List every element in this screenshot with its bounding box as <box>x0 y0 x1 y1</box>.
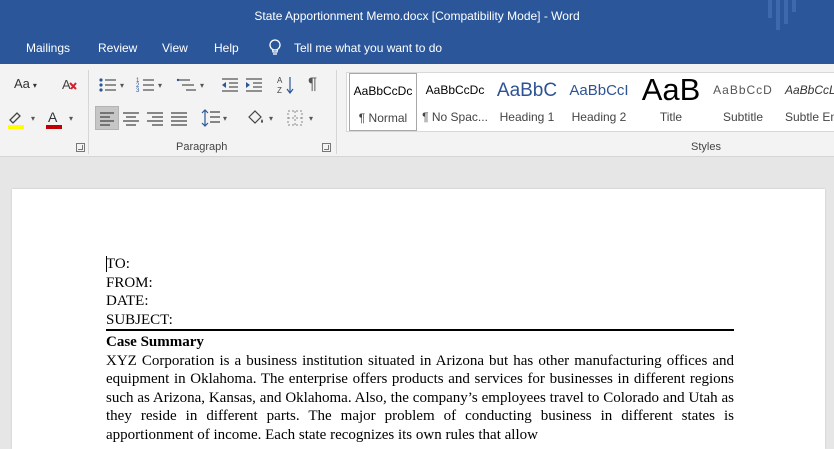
increase-indent-icon[interactable] <box>244 76 268 98</box>
align-right-icon[interactable] <box>144 107 168 129</box>
change-case-button[interactable]: Aa ▾ <box>14 76 38 98</box>
case-summary-paragraph[interactable]: XYZ Corporation is a business institutio… <box>106 352 734 445</box>
case-summary-heading[interactable]: Case Summary <box>106 333 734 352</box>
numbering-icon[interactable]: 123 <box>136 76 160 98</box>
svg-text:Z: Z <box>277 86 282 95</box>
memo-divider <box>106 329 734 331</box>
line-spacing-icon[interactable] <box>200 107 224 129</box>
clear-formatting-icon[interactable]: A <box>60 74 84 96</box>
memo-date-line[interactable]: DATE: <box>106 292 734 311</box>
tab-view[interactable]: View <box>162 41 188 55</box>
style-no-spacing[interactable]: AaBbCcDc ¶ No Spac... <box>421 73 489 131</box>
tab-help[interactable]: Help <box>214 41 239 55</box>
numbering-dropdown-icon[interactable]: ▾ <box>158 81 162 90</box>
multilevel-list-icon[interactable] <box>176 76 200 98</box>
decrease-indent-icon[interactable] <box>220 76 244 98</box>
tell-me-search[interactable]: Tell me what you want to do <box>294 41 442 55</box>
font-dialog-launcher-icon[interactable] <box>76 143 85 152</box>
styles-group-label: Styles <box>691 141 721 153</box>
lightbulb-icon[interactable] <box>268 39 282 57</box>
text-highlight-icon[interactable] <box>6 108 30 130</box>
align-left-icon[interactable] <box>95 106 119 130</box>
sort-icon[interactable]: AZ <box>276 74 300 96</box>
title-bar: State Apportionment Memo.docx [Compatibi… <box>0 0 834 32</box>
borders-icon[interactable] <box>284 107 308 129</box>
shading-icon[interactable] <box>244 107 268 129</box>
memo-from-line[interactable]: FROM: <box>106 274 734 293</box>
group-separator <box>88 70 89 154</box>
memo-subject-line[interactable]: SUBJECT: <box>106 311 734 330</box>
paragraph-group-label: Paragraph <box>176 141 228 153</box>
borders-dropdown-icon[interactable]: ▾ <box>309 114 313 123</box>
document-canvas: TO: FROM: DATE: SUBJECT: Case Summary XY… <box>0 157 834 449</box>
multilevel-dropdown-icon[interactable]: ▾ <box>200 81 204 90</box>
font-color-dropdown-icon[interactable]: ▾ <box>69 114 73 123</box>
window-title: State Apportionment Memo.docx [Compatibi… <box>254 9 580 23</box>
style-title[interactable]: AaB Title <box>637 73 705 131</box>
ribbon-tabs: Mailings Review View Help Tell me what y… <box>0 32 834 64</box>
svg-text:A: A <box>62 77 71 92</box>
tab-mailings[interactable]: Mailings <box>26 41 70 55</box>
highlight-dropdown-icon[interactable]: ▾ <box>31 114 35 123</box>
show-formatting-marks-icon[interactable]: ¶ <box>308 74 332 96</box>
style-heading-1[interactable]: AaBbC Heading 1 <box>493 73 561 131</box>
paragraph-dialog-launcher-icon[interactable] <box>322 143 331 152</box>
tab-review[interactable]: Review <box>98 41 137 55</box>
svg-text:A: A <box>277 76 283 85</box>
title-bar-decoration <box>764 0 834 32</box>
svg-text:3: 3 <box>136 88 140 94</box>
bullets-icon[interactable] <box>98 76 122 98</box>
text-cursor <box>106 256 107 272</box>
bullets-dropdown-icon[interactable]: ▾ <box>120 81 124 90</box>
svg-text:A: A <box>48 109 58 125</box>
document-body[interactable]: TO: FROM: DATE: SUBJECT: Case Summary XY… <box>106 255 734 444</box>
styles-gallery: AaBbCcDc ¶ Normal AaBbCcDc ¶ No Spac... … <box>346 72 834 132</box>
style-subtle-emphasis[interactable]: AaBbCcL Subtle Em <box>781 73 834 131</box>
font-color-icon[interactable]: A <box>44 108 68 130</box>
line-spacing-dropdown-icon[interactable]: ▾ <box>223 114 227 123</box>
group-separator <box>336 70 337 154</box>
style-subtitle[interactable]: AaBbCcD Subtitle <box>709 73 777 131</box>
shading-dropdown-icon[interactable]: ▾ <box>269 114 273 123</box>
ribbon: Aa ▾ A ▾ A ▾ ▾ 123 ▾ ▾ AZ ¶ ▾ ▾ ▾ Paragr… <box>0 64 834 157</box>
document-page[interactable]: TO: FROM: DATE: SUBJECT: Case Summary XY… <box>12 189 825 449</box>
style-heading-2[interactable]: AaBbCcI Heading 2 <box>565 73 633 131</box>
memo-to-line[interactable]: TO: <box>106 255 734 274</box>
align-center-icon[interactable] <box>120 107 144 129</box>
style-normal[interactable]: AaBbCcDc ¶ Normal <box>349 73 417 131</box>
justify-icon[interactable] <box>168 107 192 129</box>
